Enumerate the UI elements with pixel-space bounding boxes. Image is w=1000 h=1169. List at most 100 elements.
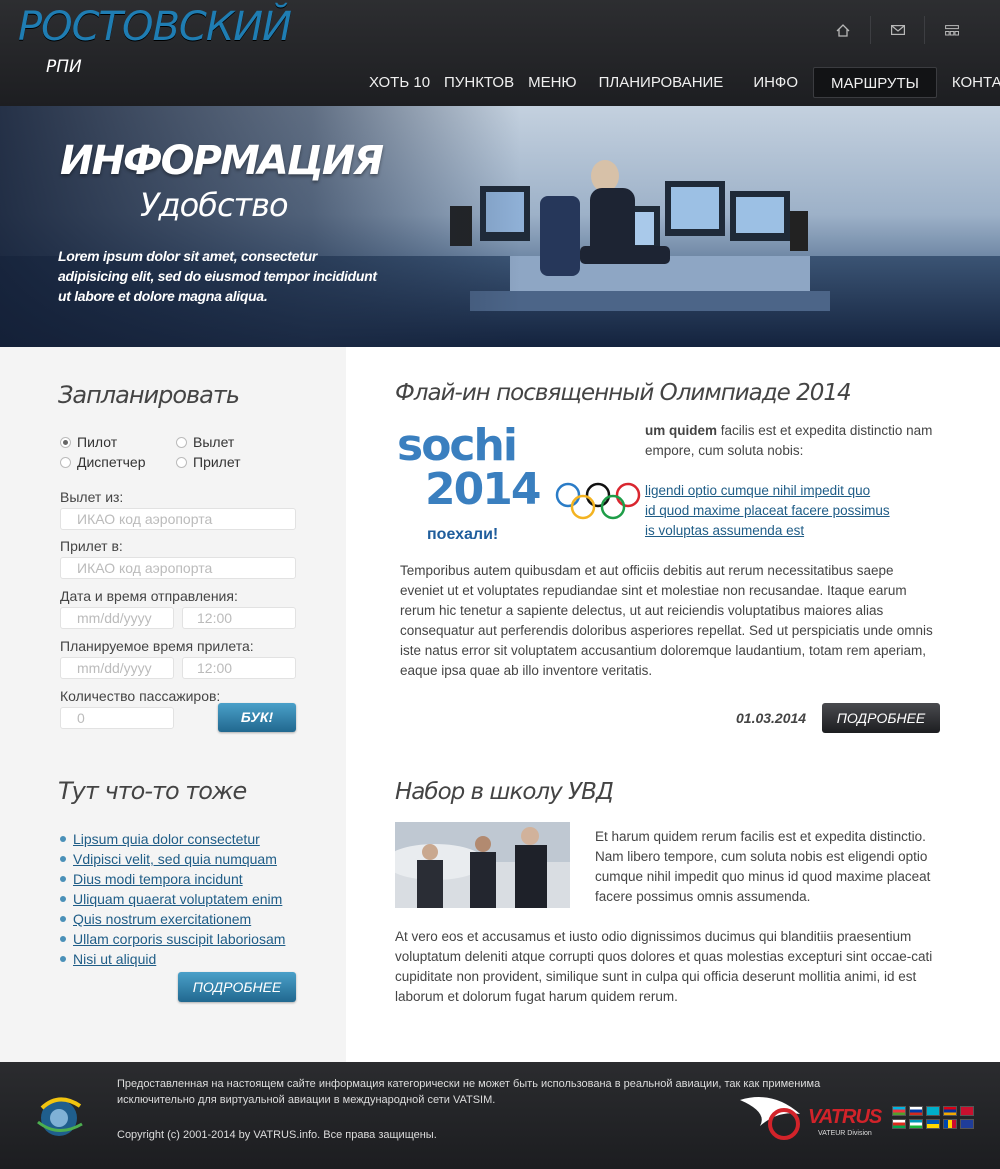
bullet-icon [60,916,66,922]
radio-arrival[interactable]: Прилет [176,454,241,470]
bullet-icon [60,876,66,882]
sidebar-link[interactable]: Lipsum quia dolor consectetur [73,829,260,849]
radio-dot [60,456,71,468]
banner-text: Lorem ipsum dolor sit amet, consectetur … [58,248,377,304]
vatrus-swoosh-icon [740,1097,800,1140]
logo-title[interactable]: РОСТОВСКИЙ [18,4,292,50]
list-item: Ullam corporis suscipit laboriosam [60,929,285,949]
dep-time-input[interactable]: 12:00 [182,607,296,629]
sidebar-link[interactable]: Uliquam quaerat voluptatem enim [73,889,282,909]
nav-item-menu[interactable]: МЕНЮ [521,67,584,98]
nav-item-planning[interactable]: ПЛАНИРОВАНИЕ [592,67,731,98]
footer-globe-logo[interactable] [28,1088,90,1144]
radio-pilot[interactable]: Пилот [60,434,117,450]
article1-title[interactable]: Флай-ин посвященный Олимпиаде 2014 [395,380,852,406]
footer-copyright: Copyright (c) 2001-2014 by VATRUS.info. … [117,1129,437,1141]
article1-intro: um quidem facilis est et expedita distin… [645,421,945,441]
nav-item-info[interactable]: ИНФО [746,67,805,98]
vatrus-brand: VATRUS [808,1106,882,1128]
nav-item-points[interactable]: ПУНКТОВ [437,67,521,98]
article1-body: Temporibus autem quibusdam et aut offici… [400,563,933,678]
pax-input[interactable]: 0 [60,707,174,729]
flag-icon[interactable] [892,1106,906,1116]
article1-intro-rest: facilis est et expedita distinctio nam [717,423,933,438]
banner-title: ИНФОРМАЦИЯ [60,138,384,184]
flag-icon[interactable] [909,1106,923,1116]
arr-time-label: Планируемое время прилета: [60,638,254,654]
sidebar-links: Lipsum quia dolor consectetur Vdipisci v… [60,829,285,969]
site-header: РОСТОВСКИЙ РПИ ХОТЬ 10 ПУНКТОВ МЕНЮ ПЛАН… [0,0,1000,106]
list-item: Dius modi tempora incidunt [60,869,285,889]
other-title: Тут что-то тоже [58,777,247,805]
sidebar-link[interactable]: Vdipisci velit, sed quia numquam [73,849,277,869]
article2-intro: Et harum quidem rerum facilis est et exp… [595,829,931,904]
arrival-label: Прилет в: [60,538,123,554]
country-flags [892,1106,974,1129]
vatrus-sub: VATEUR Division [818,1130,872,1137]
radio-departure[interactable]: Вылет [176,434,234,450]
home-icon[interactable] [816,16,870,44]
logo-subtitle: РПИ [46,57,82,77]
sitemap-icon[interactable] [924,16,978,44]
pax-label: Количество пассажиров: [60,688,221,704]
radio-label: Прилет [193,454,241,470]
main-nav: ХОТЬ 10 ПУНКТОВ МЕНЮ ПЛАНИРОВАНИЕ ИНФО М… [362,67,1000,98]
flag-icon[interactable] [909,1119,923,1129]
bullet-icon [60,896,66,902]
bullet-icon [60,836,66,842]
flag-icon[interactable] [926,1119,940,1129]
article1-intro-line2: empore, cum soluta nobis: [645,443,804,458]
sidebar-link[interactable]: Ullam corporis suscipit laboriosam [73,929,285,949]
sochi-year: 2014 [425,464,541,515]
sidebar-link[interactable]: Dius modi tempora incidunt [73,869,243,889]
flag-icon[interactable] [960,1106,974,1116]
article1-more-button[interactable]: ПОДРОБНЕЕ [822,703,940,733]
book-button[interactable]: БУК! [218,703,296,732]
article1-link[interactable]: ligendi optio cumque nihil impedit quo [645,483,870,498]
radio-dot [60,436,71,448]
departure-label: Вылет из: [60,489,124,505]
dep-date-input[interactable]: mm/dd/yyyy [60,607,174,629]
article2-title[interactable]: Набор в школу УВД [395,779,614,805]
arrival-input[interactable]: ИКАО код аэропорта [60,557,296,579]
list-item: Lipsum quia dolor consectetur [60,829,285,849]
hero-banner: ИНФОРМАЦИЯ Удобство Lorem ipsum dolor si… [0,106,1000,347]
footer-disclaimer: Предоставленная на настоящем сайте инфор… [117,1078,821,1106]
article1-link-2: id quod maxime placeat facere possimus [645,501,945,521]
flag-icon[interactable] [960,1119,974,1129]
vatrus-logo[interactable]: VATRUS VATEUR Division [738,1090,888,1146]
site-footer: Предоставленная на настоящем сайте инфор… [0,1062,1000,1169]
olympic-rings-icon [555,482,641,520]
sidebar: Запланировать Пилот Вылет Диспетчер Прил… [0,347,346,1062]
pilots-image [395,822,570,908]
bullet-icon [60,956,66,962]
mail-icon[interactable] [870,16,924,44]
article1-intro-bold: um quidem [645,423,718,438]
article1-date: 01.03.2014 [736,710,807,726]
departure-input[interactable]: ИКАО код аэропорта [60,508,296,530]
flag-icon[interactable] [926,1106,940,1116]
dep-time-label: Дата и время отправления: [60,588,238,604]
sidebar-link[interactable]: Nisi ut aliquid [73,949,156,969]
sochi-go: поехали! [427,526,499,543]
flag-icon[interactable] [892,1119,906,1129]
article1-link-1: ligendi optio cumque nihil impedit quo [645,481,945,501]
nav-item-routes[interactable]: МАРШРУТЫ [813,67,937,98]
sidebar-more-button[interactable]: ПОДРОБНЕЕ [178,972,296,1002]
nav-item-contacts[interactable]: КОНТАКТЫ [945,67,1000,98]
banner-subtitle: Удобство [140,186,289,224]
radio-dot [176,456,187,468]
flag-icon[interactable] [943,1106,957,1116]
radio-label: Диспетчер [77,454,146,470]
nav-item-hot10[interactable]: ХОТЬ 10 [362,67,437,98]
sidebar-link[interactable]: Quis nostrum exercitationem [73,909,251,929]
arr-time-input[interactable]: 12:00 [182,657,296,679]
flag-icon[interactable] [943,1119,957,1129]
arr-date-input[interactable]: mm/dd/yyyy [60,657,174,679]
radio-dot [176,436,187,448]
radio-controller[interactable]: Диспетчер [60,454,145,470]
article1-link[interactable]: id quod maxime placeat facere possimus [645,503,890,518]
article2-body: At vero eos et accusamus et iusto odio d… [395,929,933,1004]
list-item: Quis nostrum exercitationem [60,909,285,929]
article1-link[interactable]: is voluptas assumenda est [645,523,804,538]
